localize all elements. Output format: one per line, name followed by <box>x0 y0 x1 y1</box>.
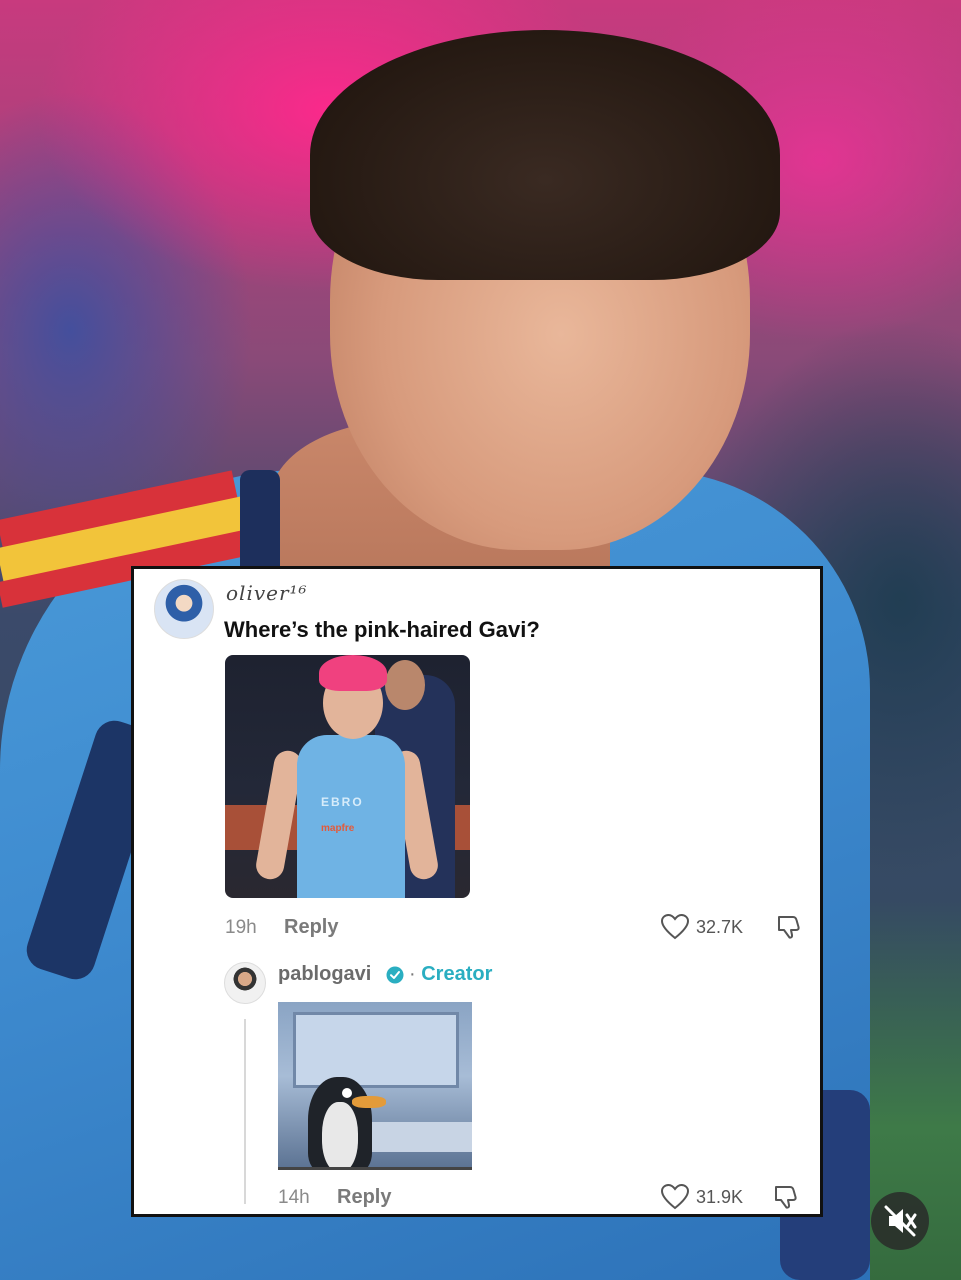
comment-image[interactable]: EBRO mapfre <box>225 655 470 898</box>
avatar[interactable] <box>224 962 266 1004</box>
heart-icon[interactable] <box>661 1184 689 1210</box>
thumbs-down-icon[interactable] <box>772 1183 800 1211</box>
verified-check-icon <box>386 966 404 984</box>
image-penguin-belly <box>322 1102 358 1167</box>
creator-badge: · Creator <box>409 963 492 986</box>
reply-button[interactable]: Reply <box>337 1186 391 1209</box>
like-count: 32.7K <box>696 917 744 937</box>
badge-separator: · <box>409 963 416 985</box>
image-person-back-head <box>385 660 425 710</box>
comment-card: oliver¹⁶ Where’s the pink-haired Gavi? E… <box>131 566 823 1217</box>
mute-button[interactable] <box>871 1192 929 1250</box>
comment-username[interactable]: oliver¹⁶ <box>226 581 308 605</box>
avatar[interactable] <box>154 579 214 639</box>
image-penguin-beak <box>352 1096 386 1108</box>
reply-image[interactable] <box>278 1002 472 1170</box>
image-penguin-eye <box>342 1088 352 1098</box>
comment-timestamp: 19h <box>225 917 257 938</box>
thread-line <box>244 1019 246 1204</box>
speaker-muted-icon <box>884 1205 917 1237</box>
shirt-sponsor-text: EBRO <box>321 795 364 809</box>
creator-label: Creator <box>421 963 493 985</box>
shirt-sponsor-text: mapfre <box>321 823 355 834</box>
reply-timestamp: 14h <box>278 1187 310 1208</box>
image-person-shirt <box>297 735 405 898</box>
thumbs-down-icon[interactable] <box>775 913 803 941</box>
reply-button[interactable]: Reply <box>284 916 338 939</box>
like-count: 31.9K <box>696 1187 744 1207</box>
shirt-collar <box>240 470 280 580</box>
reply-username[interactable]: pablogavi <box>278 963 371 986</box>
image-window <box>293 1012 459 1088</box>
image-person-pink-hair <box>319 655 387 691</box>
heart-icon[interactable] <box>661 914 689 940</box>
comment-text: Where’s the pink-haired Gavi? <box>224 617 540 642</box>
player-hair <box>310 30 780 280</box>
